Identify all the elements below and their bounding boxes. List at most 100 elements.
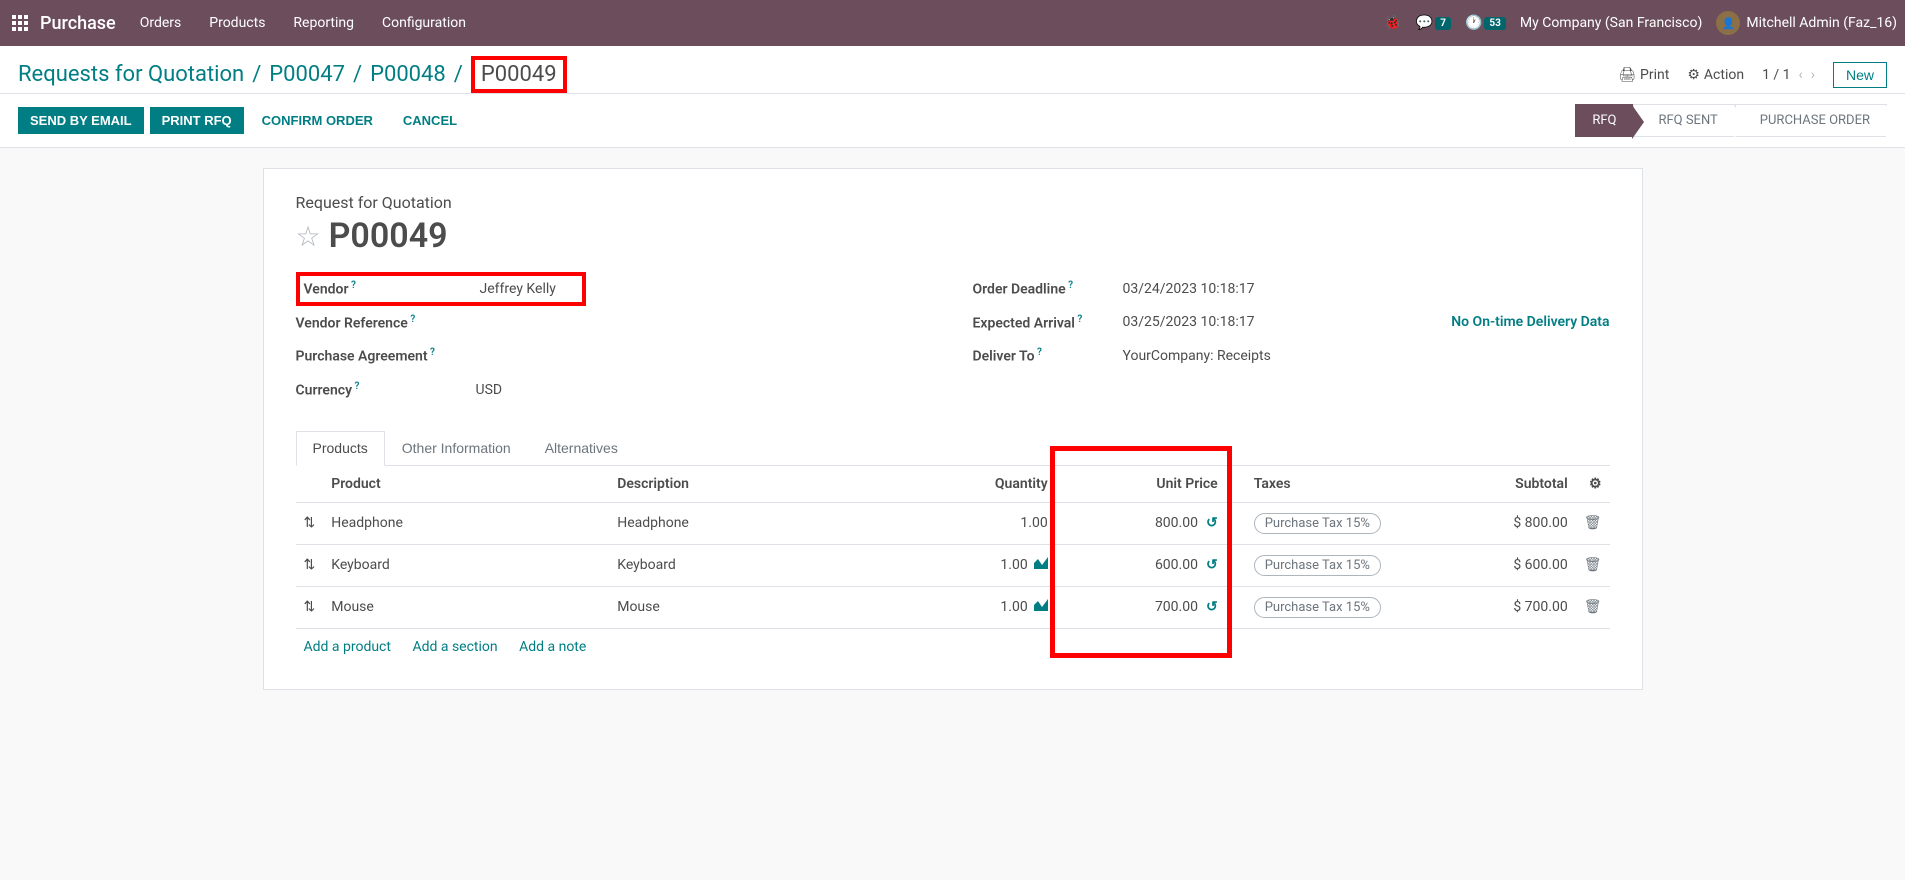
new-button[interactable]: New xyxy=(1833,62,1887,88)
nav-menu-reporting[interactable]: Reporting xyxy=(293,15,354,31)
activity-button[interactable]: 🕐 53 xyxy=(1465,15,1506,31)
cell-tax[interactable]: Purchase Tax 15% xyxy=(1226,544,1426,586)
tab-alternatives[interactable]: Alternatives xyxy=(528,431,635,465)
currency-value[interactable]: USD xyxy=(476,382,503,398)
cell-price[interactable]: 600.00↺ xyxy=(1056,544,1226,586)
col-product[interactable]: Product xyxy=(323,466,609,503)
cell-delete[interactable]: 🗑 xyxy=(1576,502,1610,544)
action-button[interactable]: ⚙ Action xyxy=(1687,67,1744,83)
arrival-row: Expected Arrival ? 03/25/2023 10:18:17 N… xyxy=(973,306,1610,340)
chat-button[interactable]: 💬 7 xyxy=(1416,15,1451,31)
sheet-wrapper: Request for Quotation ☆ P00049 Vendor ? … xyxy=(0,148,1905,710)
col-description[interactable]: Description xyxy=(609,466,896,503)
pager-next[interactable]: › xyxy=(1811,67,1815,83)
add-links: Add a product Add a section Add a note xyxy=(296,629,1610,665)
add-section-link[interactable]: Add a section xyxy=(412,639,497,655)
tab-other-info[interactable]: Other Information xyxy=(385,431,528,465)
history-icon[interactable]: ↺ xyxy=(1206,557,1218,573)
cancel-button[interactable]: CANCEL xyxy=(391,107,469,134)
app-name[interactable]: Purchase xyxy=(40,13,116,34)
cell-qty[interactable]: 1.00 xyxy=(896,586,1056,628)
col-subtotal[interactable]: Subtotal xyxy=(1426,466,1576,503)
col-taxes[interactable]: Taxes xyxy=(1226,466,1426,503)
company-selector[interactable]: My Company (San Francisco) xyxy=(1520,15,1702,31)
star-icon[interactable]: ☆ xyxy=(296,220,321,253)
table-row[interactable]: ⇅MouseMouse1.00700.00↺Purchase Tax 15%$ … xyxy=(296,586,1610,628)
add-product-link[interactable]: Add a product xyxy=(304,639,391,655)
currency-row: Currency ? USD xyxy=(296,373,933,407)
deliver-value[interactable]: YourCompany: Receipts xyxy=(1123,348,1271,364)
cell-subtotal: $ 700.00 xyxy=(1426,586,1576,628)
cell-tax[interactable]: Purchase Tax 15% xyxy=(1226,502,1426,544)
help-icon[interactable]: ? xyxy=(1075,314,1082,325)
chart-icon[interactable] xyxy=(1034,557,1048,573)
table-row[interactable]: ⇅KeyboardKeyboard1.00600.00↺Purchase Tax… xyxy=(296,544,1610,586)
cell-tax[interactable]: Purchase Tax 15% xyxy=(1226,586,1426,628)
apps-menu-button[interactable] xyxy=(8,11,32,35)
pager: 1 / 1 ‹ › xyxy=(1762,67,1815,83)
help-icon[interactable]: ? xyxy=(408,314,415,325)
bug-icon[interactable]: 🐞 xyxy=(1384,15,1401,31)
add-note-link[interactable]: Add a note xyxy=(519,639,586,655)
cell-description[interactable]: Keyboard xyxy=(609,544,896,586)
deadline-value[interactable]: 03/24/2023 10:18:17 xyxy=(1123,281,1255,297)
help-icon[interactable]: ? xyxy=(428,347,435,358)
print-label: Print xyxy=(1640,67,1669,83)
user-menu[interactable]: 👤 Mitchell Admin (Faz_16) xyxy=(1716,11,1897,35)
col-filter[interactable]: ⚙ xyxy=(1576,466,1610,503)
status-rfq[interactable]: RFQ xyxy=(1575,104,1633,137)
drag-handle[interactable]: ⇅ xyxy=(296,502,324,544)
confirm-order-button[interactable]: CONFIRM ORDER xyxy=(250,107,385,134)
cell-product[interactable]: Keyboard xyxy=(323,544,609,586)
cell-subtotal: $ 800.00 xyxy=(1426,502,1576,544)
nav-menu-configuration[interactable]: Configuration xyxy=(382,15,466,31)
cell-description[interactable]: Mouse xyxy=(609,586,896,628)
history-icon[interactable]: ↺ xyxy=(1206,515,1218,531)
cell-qty[interactable]: 1.00 xyxy=(896,544,1056,586)
deadline-label: Order Deadline ? xyxy=(973,280,1123,298)
breadcrumb-p00047[interactable]: P00047 xyxy=(269,62,345,87)
drag-handle[interactable]: ⇅ xyxy=(296,586,324,628)
drag-handle[interactable]: ⇅ xyxy=(296,544,324,586)
table-row[interactable]: ⇅HeadphoneHeadphone1.00800.00↺Purchase T… xyxy=(296,502,1610,544)
nav-menu-orders[interactable]: Orders xyxy=(140,15,182,31)
chart-icon[interactable] xyxy=(1034,599,1048,615)
vendor-ref-row: Vendor Reference ? xyxy=(296,306,933,340)
col-quantity[interactable]: Quantity xyxy=(896,466,1056,503)
help-icon[interactable]: ? xyxy=(1035,347,1042,358)
pager-prev[interactable]: ‹ xyxy=(1799,67,1803,83)
cell-qty[interactable]: 1.00 xyxy=(896,502,1056,544)
print-button[interactable]: 🖨 Print xyxy=(1618,67,1669,83)
status-purchase-order[interactable]: PURCHASE ORDER xyxy=(1735,104,1887,137)
nav-menu-products[interactable]: Products xyxy=(209,15,265,31)
cell-price[interactable]: 700.00↺ xyxy=(1056,586,1226,628)
cell-delete[interactable]: 🗑 xyxy=(1576,544,1610,586)
tabs: Products Other Information Alternatives xyxy=(296,431,1610,466)
arrival-value[interactable]: 03/25/2023 10:18:17 xyxy=(1123,314,1255,330)
avatar: 👤 xyxy=(1716,11,1740,35)
help-icon[interactable]: ? xyxy=(1066,280,1073,291)
cell-product[interactable]: Mouse xyxy=(323,586,609,628)
breadcrumb-p00048[interactable]: P00048 xyxy=(370,62,446,87)
send-email-button[interactable]: SEND BY EMAIL xyxy=(18,107,144,134)
breadcrumb-root[interactable]: Requests for Quotation xyxy=(18,62,244,87)
ontime-link[interactable]: No On-time Delivery Data xyxy=(1451,314,1609,330)
cell-price[interactable]: 800.00↺ xyxy=(1056,502,1226,544)
col-drag xyxy=(296,466,324,503)
cell-product[interactable]: Headphone xyxy=(323,502,609,544)
print-rfq-button[interactable]: PRINT RFQ xyxy=(150,107,244,134)
vendor-value[interactable]: Jeffrey Kelly xyxy=(480,281,556,297)
cell-delete[interactable]: 🗑 xyxy=(1576,586,1610,628)
help-icon[interactable]: ? xyxy=(352,381,359,392)
help-icon[interactable]: ? xyxy=(349,280,356,291)
tab-products[interactable]: Products xyxy=(296,431,385,466)
col-unit-price[interactable]: Unit Price xyxy=(1056,466,1226,503)
form-sheet: Request for Quotation ☆ P00049 Vendor ? … xyxy=(263,168,1643,690)
action-label: Action xyxy=(1704,67,1744,83)
status-rfq-sent[interactable]: RFQ SENT xyxy=(1633,104,1734,137)
history-icon[interactable]: ↺ xyxy=(1206,599,1218,615)
currency-label: Currency ? xyxy=(296,381,476,399)
user-name: Mitchell Admin (Faz_16) xyxy=(1746,15,1897,31)
tax-pill: Purchase Tax 15% xyxy=(1254,597,1381,618)
cell-description[interactable]: Headphone xyxy=(609,502,896,544)
